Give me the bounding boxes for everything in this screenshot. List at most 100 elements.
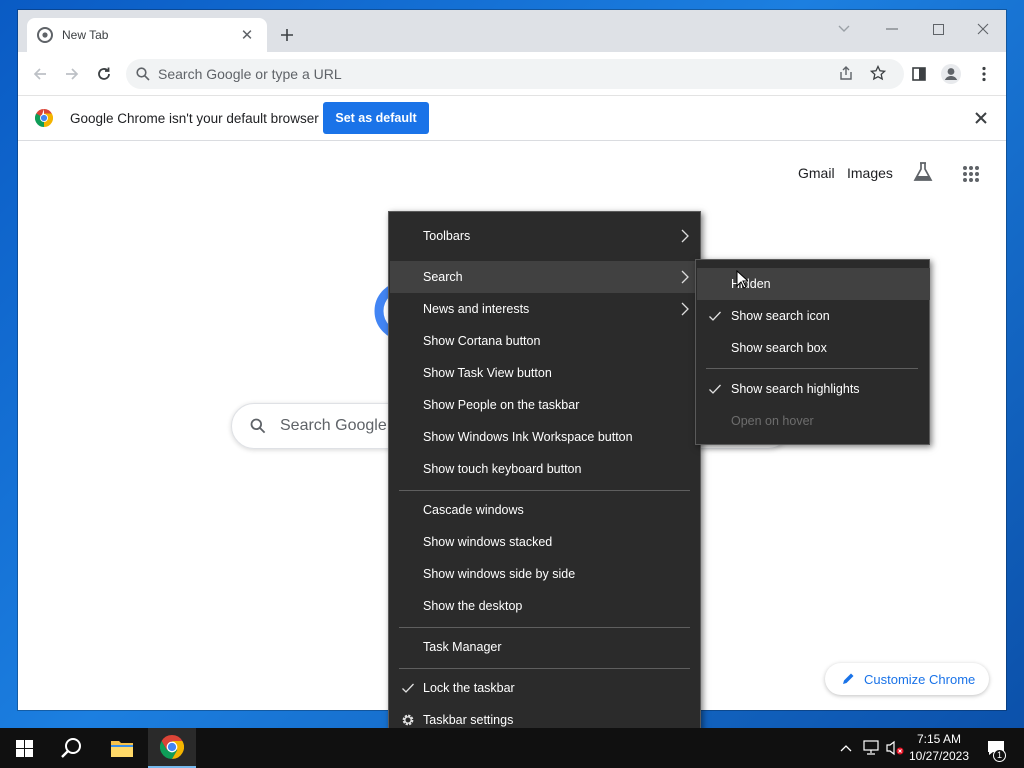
infobar-close-icon[interactable] <box>975 111 987 129</box>
customize-chrome-label: Customize Chrome <box>864 671 976 687</box>
volume-muted-icon <box>886 740 904 756</box>
infobar-message: Google Chrome isn't your default browser <box>70 111 319 126</box>
customize-chrome-button[interactable]: Customize Chrome <box>825 663 989 695</box>
share-icon[interactable] <box>838 65 854 86</box>
profile-button[interactable] <box>938 61 964 87</box>
menu-item-show-cortana[interactable]: Show Cortana button <box>390 325 700 357</box>
submenu-item-show-search-box[interactable]: Show search box <box>697 332 930 364</box>
tab-title: New Tab <box>62 28 109 42</box>
search-icon <box>61 738 81 758</box>
menu-item-cascade-windows[interactable]: Cascade windows <box>390 494 700 526</box>
folder-icon <box>111 741 133 757</box>
show-hidden-icons-button[interactable] <box>836 728 856 768</box>
tab-strip: New Tab ✕ <box>18 10 1006 52</box>
checkmark-icon <box>709 384 721 394</box>
omnibox-input[interactable] <box>158 66 798 82</box>
browser-toolbar <box>18 52 1006 96</box>
minimize-icon <box>886 28 898 30</box>
side-panel-icon <box>912 67 926 81</box>
maximize-icon <box>932 23 944 35</box>
chevron-right-icon <box>681 229 689 243</box>
menu-item-show-task-view[interactable]: Show Task View button <box>390 357 700 389</box>
pencil-icon <box>843 673 854 684</box>
avatar-icon <box>941 64 961 84</box>
checkmark-icon <box>709 311 721 321</box>
chrome-logo-icon <box>34 109 54 132</box>
menu-item-show-ink-workspace[interactable]: Show Windows Ink Workspace button <box>390 421 700 453</box>
search-submenu: Hidden Show search icon Show search box … <box>695 259 930 445</box>
menu-separator <box>399 668 690 669</box>
network-icon <box>863 740 879 755</box>
menu-item-show-people[interactable]: Show People on the taskbar <box>390 389 700 421</box>
menu-item-news-and-interests[interactable]: News and interests <box>390 293 700 325</box>
clock-time: 7:15 AM <box>916 732 962 746</box>
network-button[interactable] <box>858 728 884 768</box>
bookmark-star-icon[interactable] <box>869 64 887 86</box>
omnibox[interactable] <box>126 59 904 89</box>
maximize-button[interactable] <box>916 16 960 42</box>
reload-icon <box>98 67 110 80</box>
plus-icon <box>281 29 293 41</box>
submenu-item-hidden[interactable]: Hidden <box>697 268 930 300</box>
search-icon <box>250 418 266 434</box>
taskbar-chrome-button[interactable] <box>148 728 196 768</box>
gear-icon <box>402 714 414 726</box>
menu-separator <box>399 490 690 491</box>
taskbar-clock[interactable]: 7:15 AM 10/27/2023 <box>904 731 974 765</box>
gmail-link[interactable]: Gmail <box>798 165 835 181</box>
images-link[interactable]: Images <box>847 165 893 181</box>
menu-item-search[interactable]: Search <box>390 261 700 293</box>
default-browser-infobar: Google Chrome isn't your default browser… <box>18 96 1006 141</box>
google-search-placeholder: Search Google <box>280 417 387 434</box>
apps-grid-icon[interactable] <box>962 165 980 188</box>
kebab-menu-icon <box>982 66 986 82</box>
chevron-down-icon <box>838 25 850 32</box>
submenu-item-open-on-hover: Open on hover <box>731 414 814 428</box>
start-button[interactable] <box>0 728 48 768</box>
minimize-button[interactable] <box>870 16 914 42</box>
menu-item-show-touch-keyboard[interactable]: Show touch keyboard button <box>390 453 700 485</box>
checkmark-icon <box>402 683 414 693</box>
chevron-right-icon <box>681 302 689 316</box>
file-explorer-button[interactable] <box>98 728 146 768</box>
menu-separator <box>706 368 918 369</box>
new-tab-button[interactable] <box>276 24 298 46</box>
taskbar: 7:15 AM 10/27/2023 1 <box>0 728 1024 768</box>
forward-arrow-icon <box>66 68 79 80</box>
notification-count-badge: 1 <box>993 749 1006 762</box>
windows-logo-icon <box>15 739 33 757</box>
labs-flask-icon[interactable] <box>912 161 934 188</box>
menu-item-show-desktop[interactable]: Show the desktop <box>390 590 700 622</box>
taskbar-search-button[interactable] <box>48 728 96 768</box>
submenu-item-show-search-highlights[interactable]: Show search highlights <box>697 373 930 405</box>
clock-date: 10/27/2023 <box>908 749 970 763</box>
menu-item-task-manager[interactable]: Task Manager <box>390 631 700 663</box>
taskbar-context-menu: Toolbars Search News and interests Show … <box>388 211 701 745</box>
tab-close-icon[interactable]: ✕ <box>237 25 257 45</box>
chrome-menu-button[interactable] <box>971 61 997 87</box>
mouse-cursor-icon <box>736 270 748 289</box>
menu-separator <box>399 627 690 628</box>
action-center-button[interactable]: 1 <box>978 728 1014 768</box>
tab-new-tab[interactable]: New Tab ✕ <box>27 18 267 52</box>
side-panel-button[interactable] <box>906 61 932 87</box>
chrome-logo-icon <box>160 735 184 759</box>
forward-button[interactable] <box>59 61 85 87</box>
menu-item-lock-taskbar[interactable]: Lock the taskbar <box>390 672 700 704</box>
close-icon <box>977 23 989 35</box>
set-as-default-button[interactable]: Set as default <box>323 102 429 134</box>
close-window-button[interactable] <box>961 16 1005 42</box>
search-icon <box>136 67 150 81</box>
chrome-favicon-icon <box>37 27 53 43</box>
back-arrow-icon <box>33 68 46 80</box>
volume-button[interactable] <box>884 728 906 768</box>
tab-search-button[interactable] <box>822 16 866 42</box>
back-button[interactable] <box>27 61 53 87</box>
submenu-item-show-search-icon[interactable]: Show search icon <box>697 300 930 332</box>
reload-button[interactable] <box>91 61 117 87</box>
menu-item-windows-stacked[interactable]: Show windows stacked <box>390 526 700 558</box>
menu-item-toolbars[interactable]: Toolbars <box>390 220 700 252</box>
chevron-right-icon <box>681 270 689 284</box>
chevron-up-icon <box>840 745 852 752</box>
menu-item-side-by-side[interactable]: Show windows side by side <box>390 558 700 590</box>
